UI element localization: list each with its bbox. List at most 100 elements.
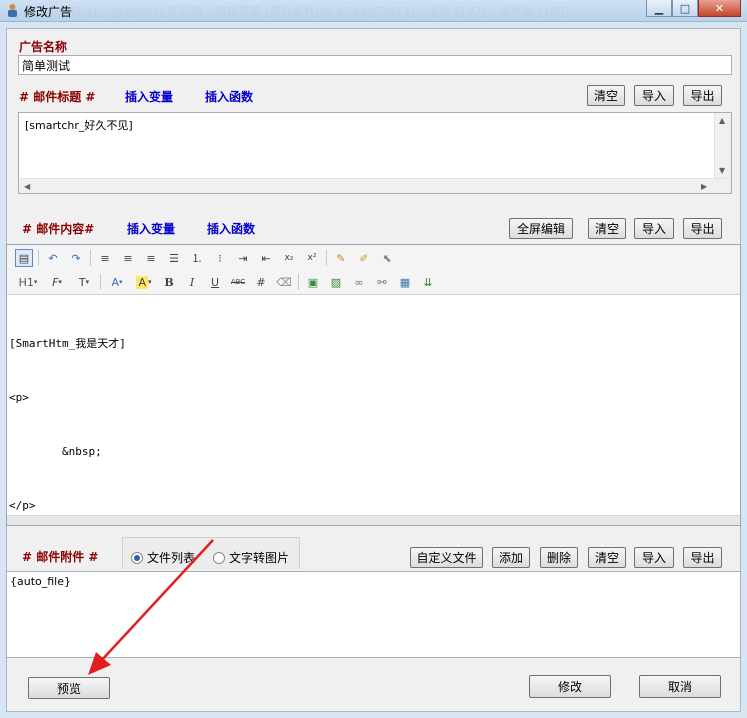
scroll-down-icon: ▼ <box>719 166 726 175</box>
editor-horizontal-scrollbar[interactable] <box>7 515 740 525</box>
subject-insert-function-link[interactable]: 插入函数 <box>205 88 253 105</box>
align-left-icon[interactable]: ≡ <box>96 249 114 267</box>
custom-file-button[interactable]: 自定义文件 <box>410 547 483 568</box>
subject-horizontal-scrollbar[interactable]: ◀ ▶ <box>19 178 731 193</box>
toolbar-separator <box>38 250 39 266</box>
toolbar-separator <box>298 274 299 290</box>
font-family-dropdown[interactable]: F ▾ <box>46 273 68 291</box>
editor-line: </p> <box>9 499 36 512</box>
scroll-right-icon: ▶ <box>701 182 708 191</box>
background-color-dropdown[interactable]: A ▾ <box>133 273 155 291</box>
source-code-icon[interactable]: ▤ <box>15 249 33 267</box>
table-grid-icon[interactable]: # <box>252 273 270 291</box>
subscript-icon[interactable]: x₂ <box>280 249 298 267</box>
subject-insert-variable-link[interactable]: 插入变量 <box>125 88 173 105</box>
chevron-down-icon: ▾ <box>85 278 90 286</box>
subject-text: [smartchr_好久不见] <box>25 119 133 132</box>
chevron-down-icon: ▾ <box>148 278 152 286</box>
heading-dropdown[interactable]: H1 ▾ <box>15 273 41 291</box>
ad-name-label: 广告名称 <box>19 40 68 54</box>
bold-icon[interactable]: B <box>160 273 178 291</box>
fullscreen-edit-button[interactable]: 全屏编辑 <box>509 218 573 239</box>
superscript-icon[interactable]: x² <box>303 249 321 267</box>
window-title-ghost: 5F-[fyngt@less] 正在编 - 编辑邮箱 [正在邮件[bt:4C4a… <box>70 5 570 18</box>
editor-line: <p> <box>9 391 29 404</box>
radio-unselected-icon <box>213 551 225 564</box>
font-color-label: A <box>111 275 119 289</box>
content-clear-button[interactable]: 清空 <box>588 218 626 239</box>
insert-image-icon[interactable]: ▣ <box>304 273 322 291</box>
subject-import-button[interactable]: 导入 <box>634 85 674 106</box>
attachment-export-button[interactable]: 导出 <box>683 547 722 568</box>
font-size-label: T <box>78 275 86 289</box>
underline-icon[interactable]: U <box>206 273 224 291</box>
radio-selected-icon <box>131 551 143 564</box>
redo-icon[interactable]: ↷ <box>67 249 85 267</box>
content-insert-function-link[interactable]: 插入函数 <box>207 220 255 237</box>
ordered-list-icon[interactable]: ⒈ <box>188 249 206 267</box>
image-gallery-icon[interactable]: ▨ <box>327 273 345 291</box>
horizontal-rule-icon[interactable]: ⇊ <box>419 273 437 291</box>
content-label: # 邮件内容# <box>22 222 95 236</box>
attachment-import-button[interactable]: 导入 <box>634 547 674 568</box>
clear-format-brush-icon[interactable]: ✎ <box>332 249 350 267</box>
strikethrough-icon[interactable]: ABC <box>229 273 247 291</box>
app-icon <box>8 4 17 17</box>
subject-vertical-scrollbar[interactable]: ▲ ▼ <box>714 113 731 178</box>
paste-word-icon[interactable]: ✐ <box>355 249 373 267</box>
align-center-icon[interactable]: ≡ <box>119 249 137 267</box>
eraser-icon[interactable]: ⌫ <box>275 273 293 291</box>
italic-icon[interactable]: I <box>183 273 201 291</box>
file-list-radio-label: 文件列表 <box>147 551 196 565</box>
editor-toolbar-row-1: ▤ ↶ ↷ ≡ ≡ ≡ ☰ ⒈ ⁝ ⇥ ⇤ x₂ x² ✎ ✐ ⬉ <box>15 249 396 267</box>
subject-export-button[interactable]: 导出 <box>683 85 722 106</box>
content-import-button[interactable]: 导入 <box>634 218 674 239</box>
outdent-icon[interactable]: ⇤ <box>257 249 275 267</box>
ad-name-input[interactable] <box>18 55 732 75</box>
undo-icon[interactable]: ↶ <box>44 249 62 267</box>
link-icon[interactable]: ∞ <box>350 273 368 291</box>
close-button[interactable]: ✕ <box>698 0 741 17</box>
attachment-clear-button[interactable]: 清空 <box>588 547 626 568</box>
toolbar-separator <box>100 274 101 290</box>
content-export-button[interactable]: 导出 <box>683 218 722 239</box>
indent-icon[interactable]: ⇥ <box>234 249 252 267</box>
text-to-image-radio[interactable]: 文字转图片 <box>213 549 289 566</box>
content-editor: ▤ ↶ ↷ ≡ ≡ ≡ ☰ ⒈ ⁝ ⇥ ⇤ x₂ x² ✎ ✐ ⬉ H1 ▾ F ▾… <box>6 244 741 526</box>
toolbar-separator <box>90 250 91 266</box>
preview-button[interactable]: 预览 <box>28 677 110 699</box>
close-icon: ✕ <box>714 1 725 15</box>
attachment-label: # 邮件附件 # <box>22 550 99 564</box>
subject-textarea[interactable]: [smartchr_好久不见] ▲ ▼ ◀ ▶ <box>18 112 732 194</box>
maximize-icon: □ <box>679 1 691 15</box>
editor-content-area[interactable]: [SmartHtm_我是天才] <p> &nbsp; </p> <box>9 299 126 551</box>
cancel-button[interactable]: 取消 <box>639 675 721 698</box>
content-insert-variable-link[interactable]: 插入变量 <box>127 220 175 237</box>
scroll-up-icon: ▲ <box>719 116 726 125</box>
file-list-radio[interactable]: 文件列表 <box>131 549 195 566</box>
attachment-textarea[interactable]: {auto_file} <box>6 571 741 658</box>
minimize-icon: ▁ <box>654 1 664 15</box>
font-color-dropdown[interactable]: A ▾ <box>106 273 128 291</box>
minimize-button[interactable]: ▁ <box>646 0 672 17</box>
editor-line: [SmartHtm_我是天才] <box>9 337 126 350</box>
attachment-add-button[interactable]: 添加 <box>492 547 530 568</box>
attachment-delete-button[interactable]: 删除 <box>540 547 578 568</box>
unlink-icon[interactable]: ⚯ <box>373 273 391 291</box>
background-color-label: A <box>136 275 148 289</box>
editor-toolbar-row-2: H1 ▾ F ▾ T ▾ A ▾ A ▾ B I U ABC # ⌫ ▣ ▨ ∞ ⚯ ▦ … <box>15 273 437 291</box>
align-justify-icon[interactable]: ☰ <box>165 249 183 267</box>
attachment-text: {auto_file} <box>10 575 72 588</box>
subject-clear-button[interactable]: 清空 <box>587 85 625 106</box>
editor-line: &nbsp; <box>9 445 102 458</box>
insert-table-icon[interactable]: ▦ <box>396 273 414 291</box>
font-size-dropdown[interactable]: T ▾ <box>73 273 95 291</box>
select-all-icon[interactable]: ⬉ <box>378 249 396 267</box>
align-right-icon[interactable]: ≡ <box>142 249 160 267</box>
chevron-down-icon: ▾ <box>33 278 38 286</box>
unordered-list-icon[interactable]: ⁝ <box>211 249 229 267</box>
maximize-button[interactable]: □ <box>672 0 698 17</box>
window-title: 修改广告 <box>24 5 73 19</box>
modify-button[interactable]: 修改 <box>529 675 611 698</box>
chevron-down-icon: ▾ <box>119 278 123 286</box>
